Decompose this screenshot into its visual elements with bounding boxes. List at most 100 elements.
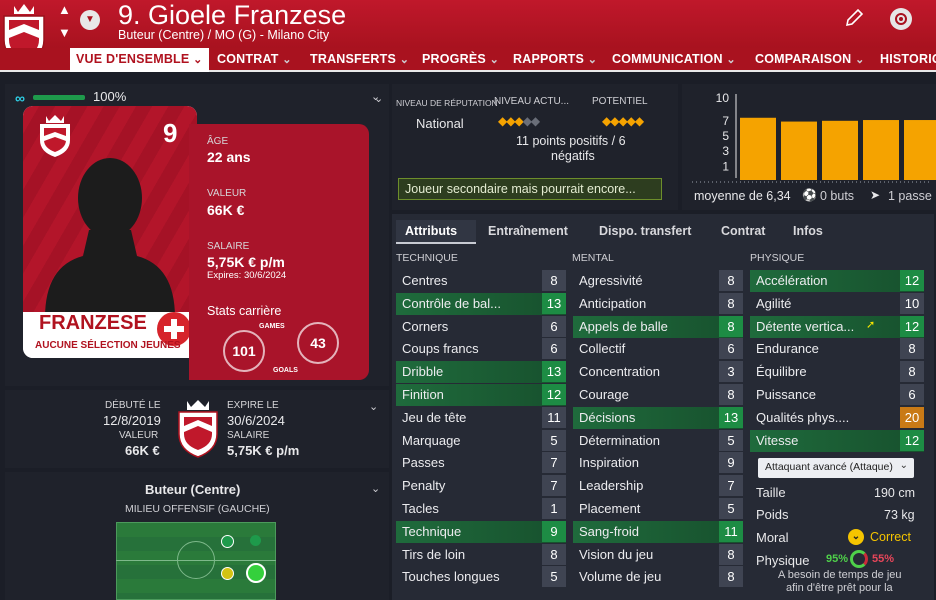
nav-tab-overview[interactable]: VUE D'ENSEMBLE ⌄ xyxy=(70,48,209,72)
attribute-row[interactable]: Touches longues 5 xyxy=(396,566,566,588)
form-chart: 10 7531 xyxy=(692,91,936,183)
attribute-name: Tacles xyxy=(402,501,439,516)
attribute-name: Jeu de tête xyxy=(402,409,467,425)
nav-tab-reports[interactable]: RAPPORTS ⌄ xyxy=(513,48,597,72)
attribute-row[interactable]: Coups francs 6 xyxy=(396,338,566,360)
attribute-row[interactable]: Leadership 7 xyxy=(573,475,743,497)
nav-tab-progress[interactable]: PROGRÈS ⌄ xyxy=(422,48,499,72)
tab-training[interactable]: Entraînement xyxy=(488,224,568,238)
contract-collapse-icon[interactable]: ⌄ xyxy=(369,400,378,413)
previous-player-arrow-icon[interactable]: ▲ xyxy=(58,2,71,17)
weight-value: 73 kg xyxy=(884,508,915,522)
attribute-name: Équilibre xyxy=(756,364,807,380)
condition-percent: 100% xyxy=(93,89,127,104)
nav-tab-contract[interactable]: CONTRAT ⌄ xyxy=(217,48,292,72)
attribute-row[interactable]: Équilibre 8 xyxy=(750,361,924,383)
attribute-value: 12 xyxy=(900,315,924,337)
attribute-row[interactable]: Courage 8 xyxy=(573,384,743,406)
position-dot xyxy=(221,535,234,548)
attribute-value: 6 xyxy=(900,384,924,405)
attribute-row[interactable]: Agilité 10 xyxy=(750,292,924,315)
attribute-row[interactable]: Tacles 1 xyxy=(396,498,566,520)
attribute-row[interactable]: Penalty 7 xyxy=(396,475,566,497)
attribute-row[interactable]: Passes 7 xyxy=(396,452,566,474)
attribute-row[interactable]: Placement 5 xyxy=(573,498,743,520)
current-level-label: NIVEAU ACTU... xyxy=(494,96,570,107)
next-player-arrow-icon[interactable]: ▼ xyxy=(58,25,71,40)
attribute-name: Placement xyxy=(579,501,641,516)
attribute-row[interactable]: Technique 9 xyxy=(396,520,566,543)
playing-time-note: A besoin de temps de jeu xyxy=(778,569,902,581)
attribute-row[interactable]: Jeu de tête 11 xyxy=(396,406,566,429)
player-surname: FRANZESE xyxy=(39,312,147,334)
attribute-row[interactable]: Finition 12 xyxy=(396,384,566,406)
average-rating: moyenne de 6,34 xyxy=(694,189,791,203)
attribute-row[interactable]: Anticipation 8 xyxy=(573,292,743,315)
player-details-card: ÂGE 22 ans VALEUR 66K € SALAIRE 5,75K € … xyxy=(189,124,369,380)
attribute-value: 11 xyxy=(542,406,566,428)
potential-ability-stars: ◆◆◆◆◆ xyxy=(602,114,644,128)
attribute-row[interactable]: Détente vertica... 12 ➚ xyxy=(750,315,924,338)
attribute-row[interactable]: Endurance 8 xyxy=(750,338,924,360)
attribute-value: 12 xyxy=(542,384,566,405)
attribute-row[interactable]: Qualités phys.... 20 xyxy=(750,406,924,429)
attribute-row[interactable]: Décisions 13 xyxy=(573,406,743,429)
edit-pencil-icon[interactable] xyxy=(844,8,864,31)
tab-info[interactable]: Infos xyxy=(793,224,823,238)
form-bar xyxy=(822,120,858,180)
attribute-name: Vitesse xyxy=(756,432,799,448)
attribute-row[interactable]: Contrôle de bal... 13 xyxy=(396,292,566,315)
attribute-value: 12 xyxy=(900,429,924,451)
attribute-name: Collectif xyxy=(579,341,626,357)
tab-attributes[interactable]: Attributs xyxy=(396,220,476,244)
attribute-row[interactable]: Corners 6 xyxy=(396,315,566,338)
settings-ball-icon[interactable] xyxy=(890,8,912,30)
attribute-row[interactable]: Sang-froid 11 xyxy=(573,520,743,543)
y-tick-label: 5 xyxy=(722,129,729,143)
contract-summary-panel: ⌄ DÉBUTÉ LE 12/8/2019 VALEUR 66K € EXPIR… xyxy=(5,390,389,468)
nav-tab-transfers[interactable]: TRANSFERTS ⌄ xyxy=(310,48,409,72)
attribute-row[interactable]: Concentration 3 xyxy=(573,361,743,383)
squad-role-status[interactable]: Joueur secondaire mais pourrait encore..… xyxy=(398,178,662,200)
attribute-row[interactable]: Vision du jeu 8 xyxy=(573,543,743,566)
main-position: Buteur (Centre) xyxy=(145,482,241,497)
positions-collapse-icon[interactable]: ⌄ xyxy=(371,482,380,495)
attribute-name: Volume de jeu xyxy=(579,569,662,585)
nav-tab-history[interactable]: HISTORIQ xyxy=(880,48,936,72)
attribute-row[interactable]: Appels de balle 8 xyxy=(573,315,743,338)
tab-contract[interactable]: Contrat xyxy=(721,224,765,238)
form-bar xyxy=(781,121,817,180)
contract-expiry: Expires: 30/6/2024 xyxy=(207,270,287,281)
attribute-row[interactable]: Accélération 12 xyxy=(750,270,924,292)
reputation-collapse-icon[interactable]: ⌄ xyxy=(374,92,383,105)
positions-panel: Buteur (Centre) ⌄ MILIEU OFFENSIF (GAUCH… xyxy=(5,472,389,600)
y-tick-label: 1 xyxy=(722,159,729,173)
attribute-row[interactable]: Détermination 5 xyxy=(573,429,743,452)
attribute-row[interactable]: Tirs de loin 8 xyxy=(396,543,566,566)
attribute-name: Passes xyxy=(402,455,445,471)
attribute-name: Détente vertica... xyxy=(756,318,855,334)
attribute-name: Penalty xyxy=(402,478,446,494)
form-bar xyxy=(904,120,936,180)
position-dot-main xyxy=(246,563,266,583)
nav-tab-communication[interactable]: COMMUNICATION ⌄ xyxy=(612,48,736,72)
attribute-row[interactable]: Marquage 5 xyxy=(396,429,566,452)
attribute-row[interactable]: Collectif 6 xyxy=(573,338,743,360)
attribute-name: Décisions xyxy=(579,409,636,425)
player-menu-button[interactable]: ▼ xyxy=(80,10,100,30)
attribute-name: Agressivité xyxy=(579,273,643,288)
attribute-value: 8 xyxy=(719,384,743,405)
attribute-row[interactable]: Dribble 13 xyxy=(396,361,566,384)
attribute-row[interactable]: Puissance 6 xyxy=(750,384,924,406)
nav-tab-comparison[interactable]: COMPARAISON ⌄ xyxy=(755,48,865,72)
form-bar xyxy=(863,120,899,180)
role-select[interactable]: Attaquant avancé (Attaque) ⌄ xyxy=(758,458,914,478)
attribute-row[interactable]: Inspiration 9 xyxy=(573,452,743,474)
attribute-row[interactable]: Agressivité 8 xyxy=(573,270,743,292)
attribute-value: 8 xyxy=(900,361,924,383)
attribute-row[interactable]: Centres 8 xyxy=(396,270,566,292)
attribute-row[interactable]: Vitesse 12 xyxy=(750,429,924,452)
tab-transfer-status[interactable]: Dispo. transfert xyxy=(599,224,691,238)
attribute-row[interactable]: Volume de jeu 8 xyxy=(573,566,743,588)
attribute-name: Marquage xyxy=(402,432,461,448)
